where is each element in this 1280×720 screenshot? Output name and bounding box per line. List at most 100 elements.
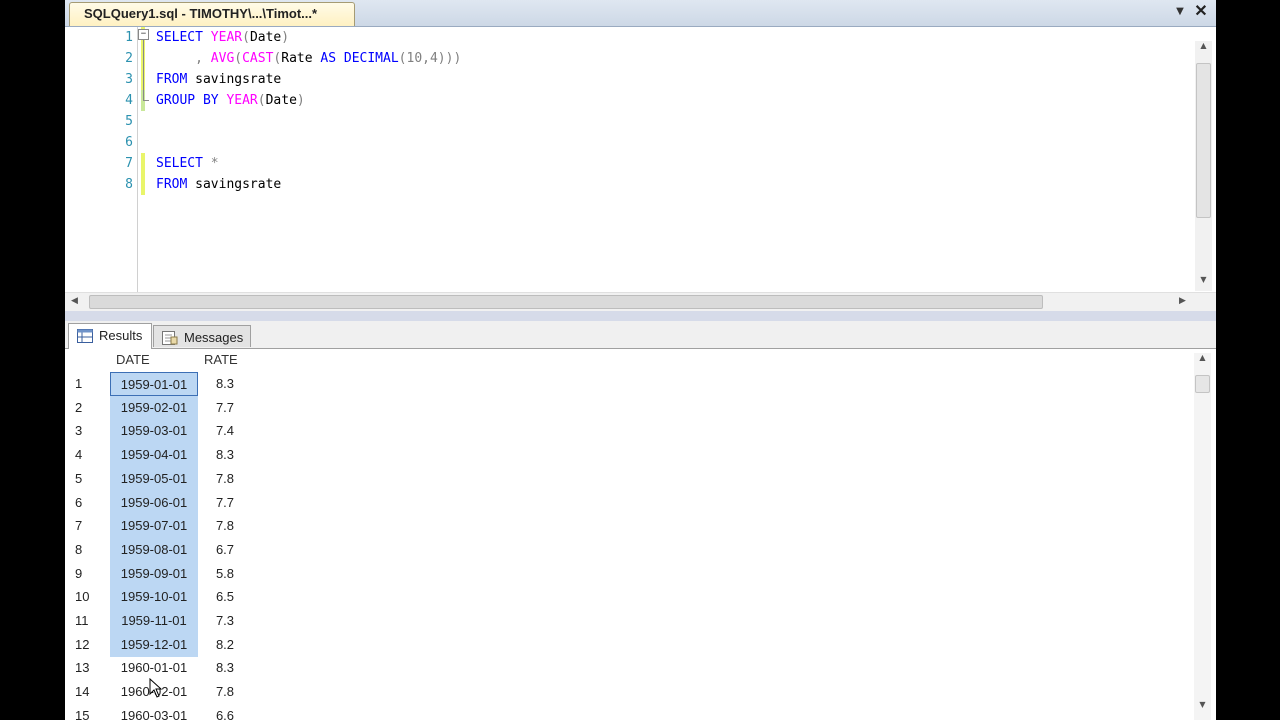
cell-rate[interactable]: 5.8 [200, 562, 250, 586]
line-number: 7 [125, 156, 133, 171]
line-number: 4 [125, 93, 133, 108]
cell-rate[interactable]: 7.7 [200, 491, 250, 515]
collapse-icon[interactable]: − [138, 29, 149, 40]
cell-rate[interactable]: 7.8 [200, 680, 250, 704]
code-line[interactable]: FROM savingsrate [156, 69, 281, 90]
cell-rate[interactable]: 7.8 [200, 514, 250, 538]
row-number[interactable]: 4 [69, 443, 109, 467]
cell-date[interactable]: 1959-12-01 [110, 632, 198, 657]
table-row[interactable]: 15 1960-03-01 6.6 [69, 704, 1194, 720]
chevron-down-icon[interactable]: ▼ [1173, 5, 1187, 19]
line-number: 8 [125, 177, 133, 192]
code-token: GROUP BY [156, 93, 227, 108]
table-row[interactable]: 10 1959-10-01 6.5 [69, 585, 1194, 610]
document-tab[interactable]: SQLQuery1.sql - TIMOTHY\...\Timot...* [69, 2, 355, 26]
code-token: savingsrate [195, 72, 282, 87]
row-number[interactable]: 7 [69, 514, 109, 538]
row-number[interactable]: 9 [69, 562, 109, 586]
cell-rate[interactable]: 8.3 [200, 372, 250, 396]
row-number[interactable]: 8 [69, 538, 109, 562]
tab-messages[interactable]: Messages [153, 325, 251, 347]
line-number: 5 [125, 114, 133, 129]
row-number[interactable]: 6 [69, 491, 109, 515]
cell-date[interactable]: 1959-06-01 [110, 490, 198, 515]
cell-rate[interactable]: 7.8 [200, 467, 250, 491]
cell-date[interactable]: 1959-04-01 [110, 443, 198, 468]
close-icon[interactable]: ✕ [1193, 3, 1209, 21]
row-number[interactable]: 1 [69, 372, 109, 396]
row-number[interactable]: 15 [69, 704, 109, 720]
column-header-rate[interactable]: RATE [204, 349, 238, 371]
code-line[interactable]: GROUP BY YEAR(Date) [156, 90, 305, 111]
scroll-down-icon[interactable]: ▼ [1195, 275, 1212, 289]
cell-date[interactable]: 1959-07-01 [110, 514, 198, 539]
cell-date[interactable]: 1959-03-01 [110, 419, 198, 444]
messages-icon [162, 331, 178, 345]
row-number[interactable]: 12 [69, 633, 109, 657]
cell-rate[interactable]: 7.4 [200, 419, 250, 443]
code-line[interactable]: SELECT YEAR(Date) [156, 27, 289, 48]
cell-rate[interactable]: 6.6 [200, 704, 250, 720]
scroll-left-icon[interactable]: ◀ [71, 296, 78, 306]
table-row[interactable]: 4 1959-04-01 8.3 [69, 443, 1194, 468]
cell-date[interactable]: 1959-09-01 [110, 561, 198, 586]
cell-date[interactable]: 1959-02-01 [110, 395, 198, 420]
row-number[interactable]: 13 [69, 656, 109, 680]
table-row[interactable]: 12 1959-12-01 8.2 [69, 632, 1194, 657]
cell-date[interactable]: 1959-11-01 [110, 609, 198, 633]
cell-date[interactable]: 1960-01-01 [110, 656, 198, 680]
grid-vertical-scrollbar[interactable]: ▲ ▼ [1194, 353, 1211, 720]
cell-date[interactable]: 1959-01-01 [110, 372, 198, 396]
table-row[interactable]: 13 1960-01-01 8.3 [69, 656, 1194, 680]
table-row[interactable]: 3 1959-03-01 7.4 [69, 419, 1194, 444]
table-row[interactable]: 2 1959-02-01 7.7 [69, 395, 1194, 420]
scroll-up-icon[interactable]: ▲ [1194, 353, 1211, 367]
code-line[interactable]: FROM savingsrate [156, 174, 281, 195]
scroll-down-icon[interactable]: ▼ [1194, 700, 1211, 714]
code-token: ( [242, 30, 250, 45]
table-row[interactable]: 1 1959-01-01 8.3 [69, 372, 1194, 396]
table-row[interactable]: 6 1959-06-01 7.7 [69, 490, 1194, 515]
row-number[interactable]: 10 [69, 585, 109, 609]
table-row[interactable]: 8 1959-08-01 6.7 [69, 537, 1194, 562]
code-token: (10,4))) [398, 51, 462, 66]
row-number[interactable]: 11 [69, 609, 109, 633]
scrollbar-thumb[interactable] [1195, 375, 1210, 393]
code-line[interactable]: , AVG(CAST(Rate AS DECIMAL(10,4))) [156, 48, 461, 69]
cell-rate[interactable]: 7.3 [200, 609, 250, 633]
column-header-date[interactable]: DATE [116, 349, 150, 371]
row-number[interactable]: 3 [69, 419, 109, 443]
code-token: ) [296, 93, 305, 108]
table-row[interactable]: 11 1959-11-01 7.3 [69, 609, 1194, 633]
row-number[interactable]: 5 [69, 467, 109, 491]
table-row[interactable]: 7 1959-07-01 7.8 [69, 514, 1194, 539]
cell-date[interactable]: 1959-08-01 [110, 537, 198, 562]
cell-rate[interactable]: 8.3 [200, 656, 250, 680]
cell-rate[interactable]: 6.5 [200, 585, 250, 609]
scrollbar-thumb[interactable] [89, 295, 1043, 309]
cell-rate[interactable]: 8.2 [200, 633, 250, 657]
cell-date[interactable]: 1959-10-01 [110, 585, 198, 610]
scrollbar-thumb[interactable] [1196, 63, 1211, 218]
cell-date[interactable]: 1959-05-01 [110, 466, 198, 491]
table-row[interactable]: 5 1959-05-01 7.8 [69, 466, 1194, 491]
table-row[interactable]: 9 1959-09-01 5.8 [69, 561, 1194, 586]
tab-results[interactable]: Results [68, 323, 152, 349]
cell-date[interactable]: 1960-03-01 [110, 704, 198, 720]
scroll-up-icon[interactable]: ▲ [1195, 41, 1212, 55]
results-grid[interactable]: DATE RATE 1 1959-01-01 8.3 2 1959-02-01 7.7 3 1… [69, 349, 1216, 720]
cell-rate[interactable]: 7.7 [200, 396, 250, 420]
cell-rate[interactable]: 8.3 [200, 443, 250, 467]
query-editor[interactable]: 12345678 − SELECT YEAR(Date) , AVG(CAST(… [65, 27, 1216, 292]
editor-vertical-scrollbar[interactable]: ▲ ▼ [1195, 41, 1212, 291]
cell-rate[interactable]: 6.7 [200, 538, 250, 562]
editor-horizontal-scrollbar[interactable]: ◀ ▶ [65, 292, 1216, 311]
row-number[interactable]: 14 [69, 680, 109, 704]
code-token: SELECT [156, 30, 211, 45]
table-row[interactable]: 14 1960-02-01 7.8 [69, 680, 1194, 704]
code-line[interactable]: SELECT * [156, 153, 219, 174]
row-number[interactable]: 2 [69, 396, 109, 420]
pane-splitter[interactable] [65, 311, 1216, 321]
scroll-right-icon[interactable]: ▶ [1179, 296, 1186, 306]
code-token: SELECT [156, 156, 211, 171]
